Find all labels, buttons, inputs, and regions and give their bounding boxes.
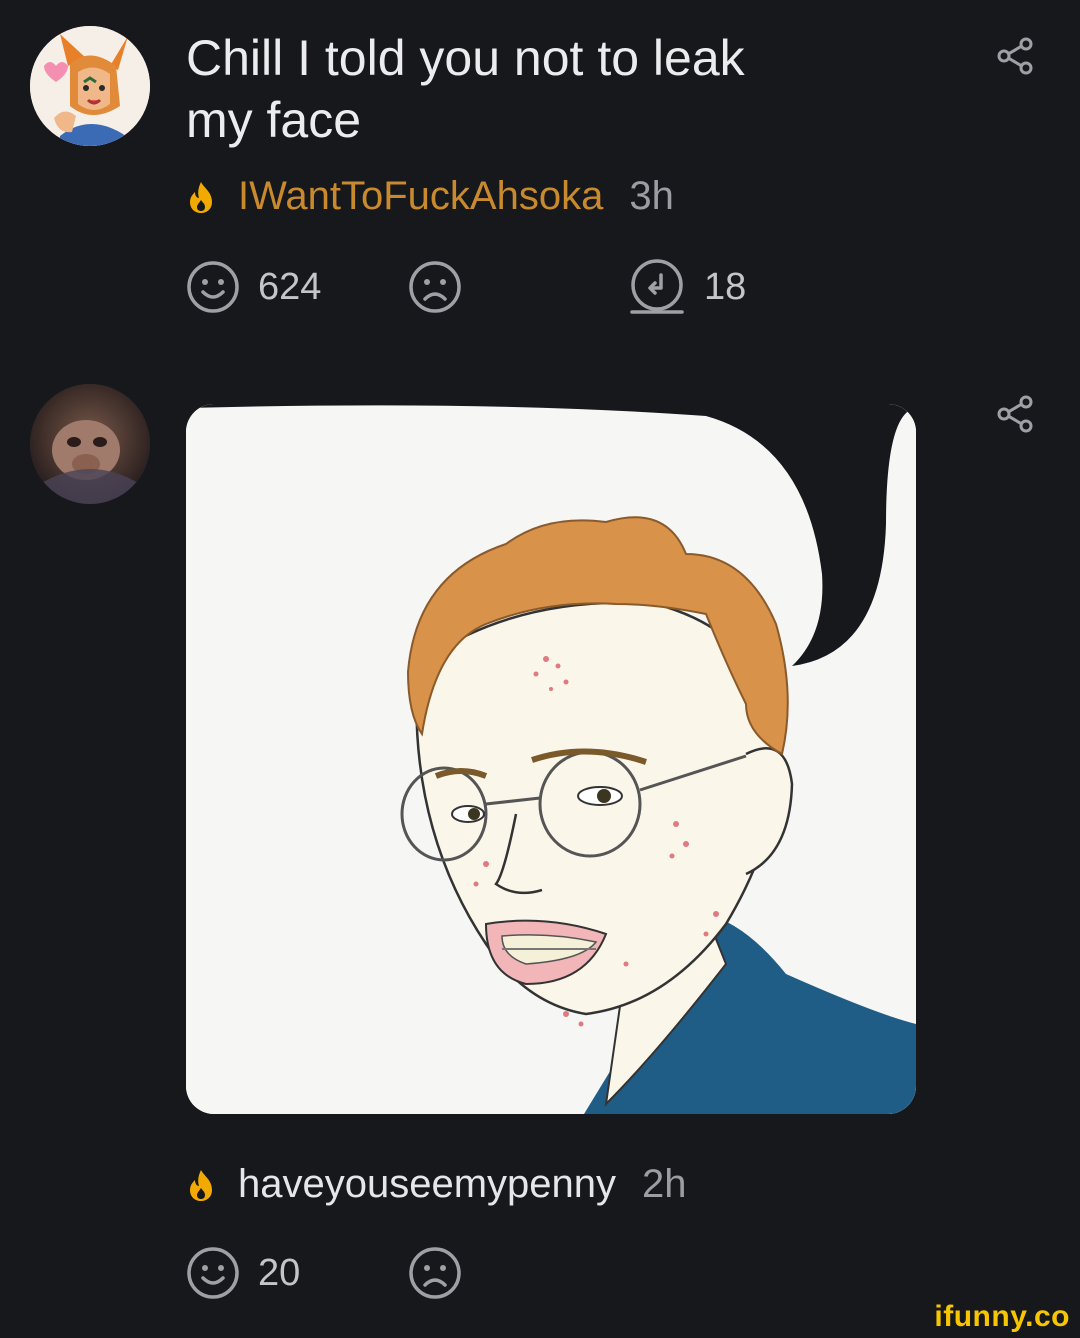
comment-text-line: my face — [186, 92, 362, 148]
reply-image[interactable] — [186, 404, 916, 1114]
share-icon — [997, 37, 1033, 75]
avatar[interactable] — [30, 384, 150, 504]
share-button[interactable] — [995, 394, 1035, 439]
frown-icon — [409, 1247, 461, 1299]
like-count: 20 — [258, 1251, 301, 1294]
smile-icon — [187, 1247, 239, 1299]
smile-button[interactable]: 624 — [186, 260, 321, 314]
comment-meta: IWantToFuckAhsoka 3h — [186, 174, 674, 219]
frown-button[interactable] — [408, 1246, 480, 1300]
avatar[interactable] — [30, 26, 150, 146]
comment-text-line: Chill I told you not to leak — [186, 30, 745, 86]
fire-icon — [190, 1169, 212, 1201]
comment-meta: haveyouseemypenny 2h — [186, 1162, 687, 1207]
username[interactable]: IWantToFuckAhsoka — [238, 174, 603, 219]
comment-time: 2h — [642, 1162, 687, 1206]
reply-button[interactable]: 18 — [628, 258, 746, 316]
frown-icon — [409, 261, 461, 313]
fire-icon — [190, 181, 212, 213]
comment-text: Chill I told you not to leak my face — [186, 27, 946, 151]
avatar-illustration — [30, 26, 150, 146]
share-icon — [997, 395, 1033, 433]
smile-button[interactable]: 20 — [186, 1246, 300, 1300]
comment-time: 3h — [629, 174, 674, 218]
watermark: ifunny.co — [934, 1300, 1070, 1333]
smile-icon — [187, 261, 239, 313]
reply-icon — [630, 259, 684, 314]
avatar-photo — [30, 384, 150, 504]
like-count: 624 — [258, 265, 322, 308]
username[interactable]: haveyouseemypenny — [238, 1162, 616, 1207]
reply-count: 18 — [704, 265, 747, 308]
cartoon-face-drawing — [186, 404, 916, 1114]
frown-button[interactable] — [408, 260, 480, 314]
share-button[interactable] — [995, 36, 1035, 81]
